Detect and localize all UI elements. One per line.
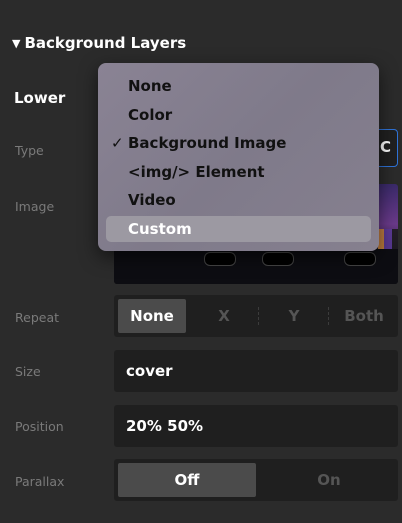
position-value: 20% 50% — [126, 417, 204, 435]
type-select-value-fragment: C — [379, 138, 391, 156]
parallax-label: Parallax — [15, 474, 65, 489]
repeat-option-both[interactable]: Both — [330, 295, 398, 337]
menu-item-label: <img/> Element — [128, 163, 265, 181]
repeat-option-y[interactable]: Y — [260, 295, 328, 337]
type-label: Type — [15, 143, 44, 158]
type-dropdown-menu: None Color ✓ Background Image <img/> Ele… — [98, 63, 379, 251]
menu-item-label: Background Image — [128, 134, 287, 152]
repeat-label: Repeat — [15, 310, 60, 325]
menu-item-none[interactable]: None — [106, 73, 371, 99]
checkmark-icon: ✓ — [111, 134, 124, 152]
layer-title: Lower — [14, 89, 66, 107]
menu-item-label: Video — [128, 191, 176, 209]
size-field[interactable]: cover — [114, 350, 398, 392]
background-layers-panel: ▼ Background Layers Lower Type C Image R… — [0, 0, 402, 523]
parallax-option-off[interactable]: Off — [118, 463, 256, 497]
menu-item-color[interactable]: Color — [106, 102, 371, 128]
menu-item-label: Color — [128, 106, 173, 124]
stage-speaker-graphic — [344, 252, 376, 266]
menu-item-img-element[interactable]: <img/> Element — [106, 159, 371, 185]
menu-item-background-image[interactable]: ✓ Background Image — [106, 130, 371, 156]
menu-item-custom[interactable]: Custom — [106, 216, 371, 242]
image-label: Image — [15, 199, 55, 214]
menu-item-video[interactable]: Video — [106, 187, 371, 213]
parallax-option-on[interactable]: On — [260, 459, 398, 501]
section-header[interactable]: ▼ Background Layers — [12, 34, 186, 52]
size-label: Size — [15, 364, 41, 379]
stage-speaker-graphic — [262, 252, 294, 266]
size-value: cover — [126, 362, 173, 380]
parallax-segmented-control: Off On — [114, 459, 398, 501]
section-title: Background Layers — [24, 34, 187, 52]
menu-item-label: None — [128, 77, 172, 95]
menu-item-label: Custom — [128, 220, 192, 238]
position-field[interactable]: 20% 50% — [114, 405, 398, 447]
repeat-option-x[interactable]: X — [190, 295, 258, 337]
collapse-caret-icon[interactable]: ▼ — [12, 37, 20, 50]
repeat-segmented-control: None X Y Both — [114, 295, 398, 337]
position-label: Position — [15, 419, 64, 434]
stage-speaker-graphic — [204, 252, 236, 266]
repeat-option-none[interactable]: None — [118, 299, 186, 333]
